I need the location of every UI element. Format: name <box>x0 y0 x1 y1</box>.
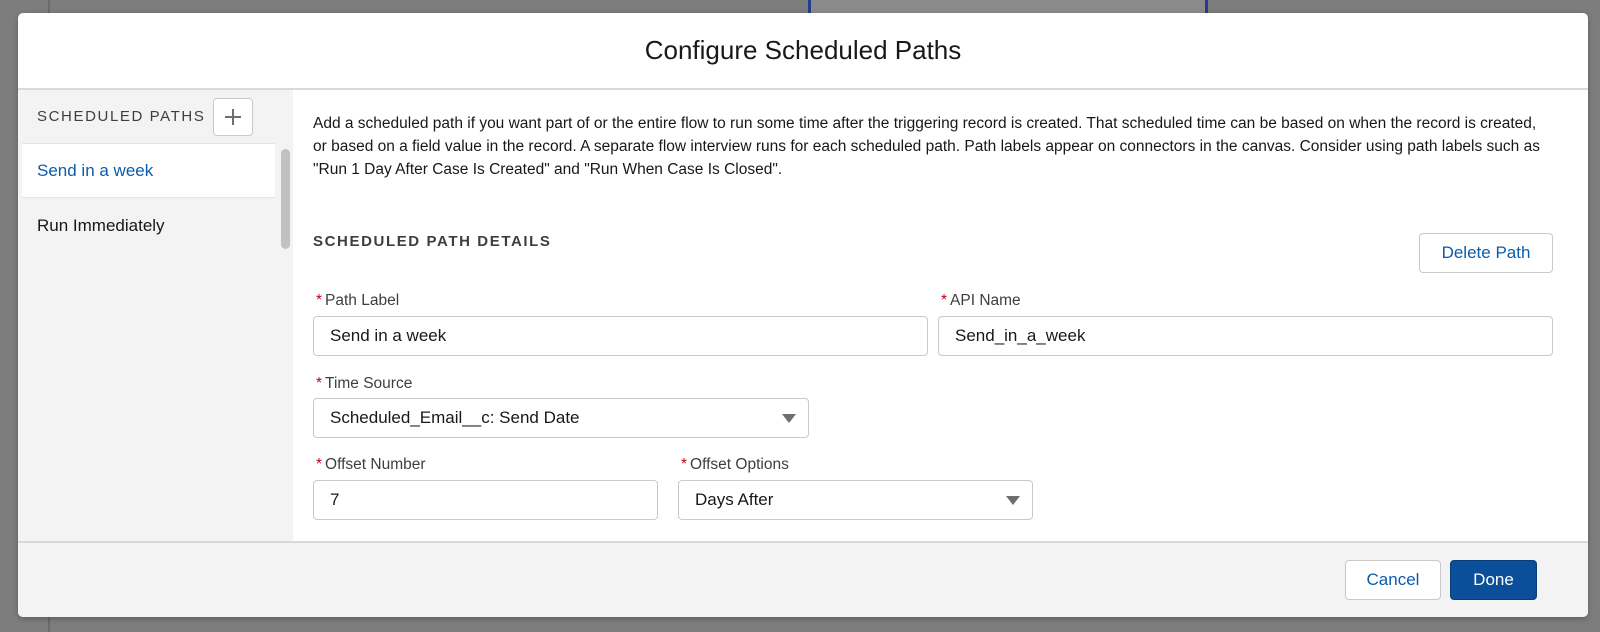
sidebar-scrollbar[interactable] <box>279 143 291 253</box>
path-label-input[interactable]: Send in a week <box>313 316 928 356</box>
path-item-run-immediately[interactable]: Run Immediately <box>22 198 275 253</box>
required-marker: * <box>941 292 948 309</box>
path-details-panel: Add a scheduled path if you want part of… <box>293 90 1588 541</box>
path-item-label: Run Immediately <box>37 215 165 235</box>
field-label-text: Offset Number <box>325 456 426 473</box>
field-label-text: API Name <box>950 292 1021 309</box>
api-name-input[interactable]: Send_in_a_week <box>938 316 1553 356</box>
sidebar-header: SCHEDULED PATHS <box>18 90 281 143</box>
sidebar-title: SCHEDULED PATHS <box>37 108 206 125</box>
required-marker: * <box>316 456 323 473</box>
path-item-label: Send in a week <box>37 160 154 180</box>
delete-path-button[interactable]: Delete Path <box>1419 233 1553 273</box>
offset-number-input[interactable]: 7 <box>313 480 658 520</box>
required-marker: * <box>316 292 323 309</box>
add-scheduled-path-button[interactable] <box>213 97 254 136</box>
scheduled-paths-sidebar: SCHEDULED PATHS Send in a week Run Immed… <box>18 90 290 541</box>
done-button[interactable]: Done <box>1450 560 1537 600</box>
input-value: Send_in_a_week <box>955 326 1086 345</box>
field-label-text: Time Source <box>325 375 413 392</box>
modal-title: Configure Scheduled Paths <box>644 35 962 65</box>
select-value: Days After <box>695 490 774 509</box>
chevron-down-icon <box>1006 495 1020 505</box>
modal-header: Configure Scheduled Paths <box>18 13 1588 90</box>
scheduled-path-list: Send in a week Run Immediately <box>22 143 275 253</box>
offset-options-label: * Offset Options <box>681 456 789 474</box>
plus-icon <box>225 108 242 125</box>
field-label-text: Offset Options <box>690 456 789 473</box>
intro-text: Add a scheduled path if you want part of… <box>313 115 1540 178</box>
modal-footer: Cancel Done <box>18 541 1588 617</box>
scrollbar-thumb[interactable] <box>281 149 290 249</box>
required-marker: * <box>316 375 323 392</box>
time-source-select[interactable]: Scheduled_Email__c: Send Date <box>313 398 809 438</box>
offset-number-label: * Offset Number <box>316 456 426 474</box>
canvas-element <box>808 0 1208 14</box>
offset-options-select[interactable]: Days After <box>678 480 1033 520</box>
time-source-label: * Time Source <box>316 375 412 393</box>
api-name-label: * API Name <box>941 292 1021 310</box>
field-label-text: Path Label <box>325 292 400 309</box>
input-value: 7 <box>330 490 340 509</box>
input-value: Send in a week <box>330 326 447 345</box>
path-item-send-in-a-week[interactable]: Send in a week <box>22 143 275 198</box>
cancel-button[interactable]: Cancel <box>1345 560 1441 600</box>
select-value: Scheduled_Email__c: Send Date <box>330 408 580 427</box>
configure-scheduled-paths-modal: Configure Scheduled Paths SCHEDULED PATH… <box>18 13 1588 617</box>
required-marker: * <box>681 456 688 473</box>
path-label-label: * Path Label <box>316 292 399 310</box>
modal-body: SCHEDULED PATHS Send in a week Run Immed… <box>18 90 1588 541</box>
section-title: SCHEDULED PATH DETAILS <box>313 233 552 250</box>
chevron-down-icon <box>782 413 796 423</box>
